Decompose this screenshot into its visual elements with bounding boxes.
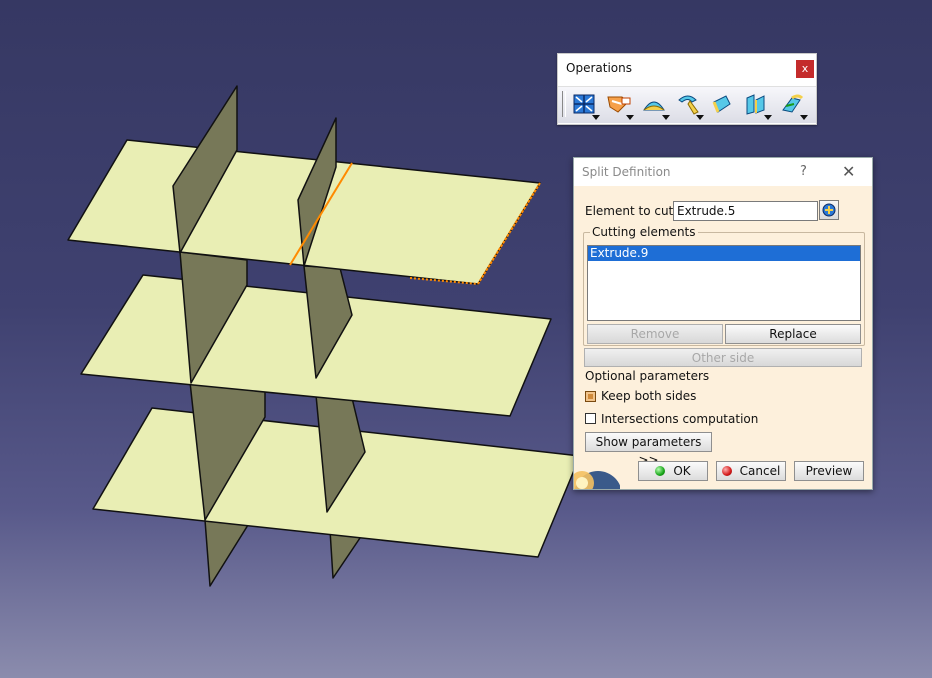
cutting-elements-group: Cutting elements Extrude.9 Remove Replac… <box>583 225 865 346</box>
toolbar-close-button[interactable]: x <box>796 60 814 78</box>
optional-parameters-label: Optional parameters <box>585 369 710 383</box>
list-item[interactable]: Extrude.9 <box>588 246 860 261</box>
selector-icon <box>822 203 836 217</box>
boundary-icon[interactable] <box>708 90 736 120</box>
help-button[interactable]: ? <box>800 164 807 179</box>
keep-both-sides-label: Keep both sides <box>601 389 697 403</box>
dialog-titlebar[interactable]: Split Definition ? ✕ <box>574 158 872 186</box>
other-side-button[interactable]: Other side <box>584 348 862 367</box>
toolbar-title: Operations <box>566 61 632 75</box>
dialog-close-button[interactable]: ✕ <box>842 162 855 181</box>
remove-button[interactable]: Remove <box>587 324 723 344</box>
preview-button[interactable]: Preview <box>794 461 864 481</box>
toolbar-icon-row <box>558 86 816 123</box>
cancel-icon <box>721 466 732 476</box>
healing-icon[interactable] <box>604 90 634 120</box>
ok-icon <box>655 466 666 476</box>
show-parameters-button[interactable]: Show parameters >> <box>585 432 712 467</box>
ok-label: OK <box>673 464 691 478</box>
fillet-icon[interactable] <box>778 90 808 120</box>
split-definition-dialog: Split Definition ? ✕ Element to cut: Ext… <box>573 157 873 490</box>
toolbar-grip[interactable] <box>562 91 566 117</box>
operations-toolbar: Operations x <box>557 53 817 125</box>
intersections-computation-label: Intersections computation <box>601 412 759 426</box>
replace-button[interactable]: Replace <box>725 324 861 344</box>
cancel-button[interactable]: Cancel <box>716 461 786 481</box>
extract-icon[interactable] <box>742 90 772 120</box>
intersections-computation-checkbox[interactable] <box>585 413 596 424</box>
element-to-cut-field[interactable]: Extrude.5 <box>673 201 818 221</box>
dialog-title: Split Definition <box>582 165 671 179</box>
catia-logo-icon <box>574 457 620 489</box>
cutting-elements-list[interactable]: Extrude.9 <box>587 245 861 321</box>
cutting-elements-label: Cutting elements <box>590 225 698 239</box>
wall-left-bottom-segment <box>204 519 249 587</box>
element-to-cut-label: Element to cut: <box>585 204 678 218</box>
ok-button[interactable]: OK <box>638 461 708 481</box>
split-icon[interactable] <box>640 90 670 120</box>
cancel-label: Cancel <box>739 464 781 478</box>
element-selector-button[interactable] <box>819 200 839 220</box>
keep-both-sides-checkbox[interactable] <box>585 391 596 402</box>
join-icon[interactable] <box>570 90 600 120</box>
trim-icon[interactable] <box>674 90 704 120</box>
